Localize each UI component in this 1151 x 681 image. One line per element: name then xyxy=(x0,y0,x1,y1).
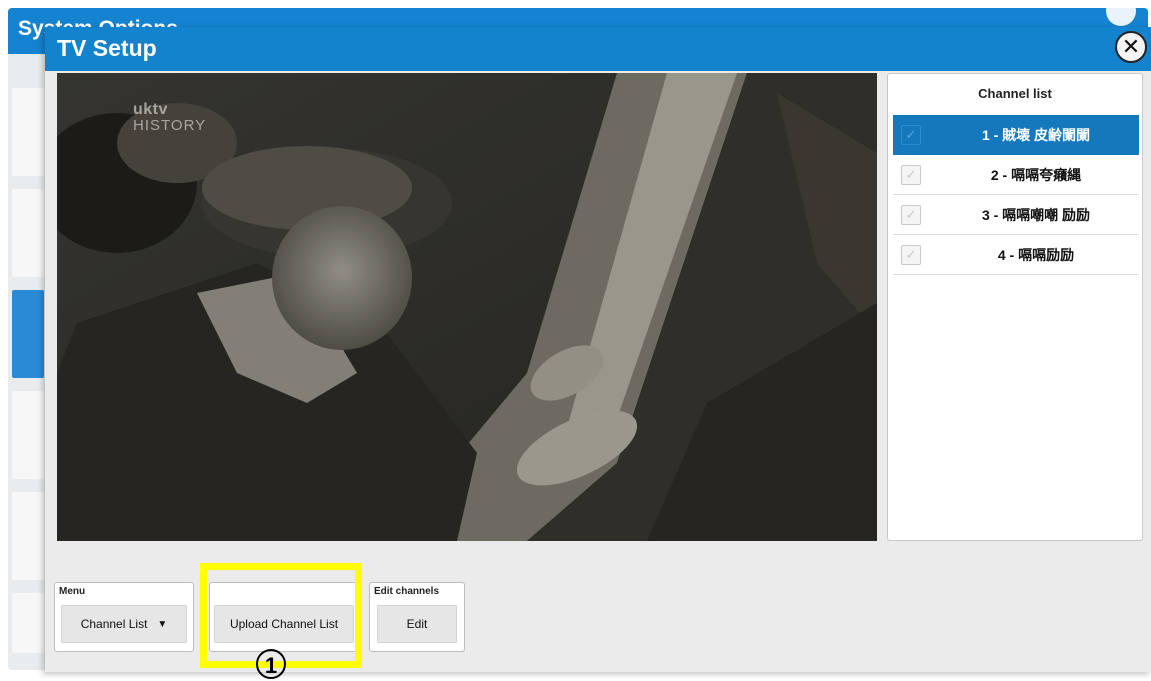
channel-label: 4 - 嗝嗝励励 xyxy=(997,246,1075,263)
channel-logo-watermark: uktv HISTORY xyxy=(133,101,207,134)
edit-button-label: Edit xyxy=(406,617,428,631)
background-sidebar-item-active[interactable] xyxy=(12,290,44,378)
menu-control-group: Menu Channel List ▼ xyxy=(54,582,194,652)
menu-dropdown[interactable]: Channel List ▼ xyxy=(61,605,187,643)
channel-list-item[interactable]: ✓ 4 - 嗝嗝励励 xyxy=(893,235,1139,275)
background-sidebar-item[interactable] xyxy=(12,391,44,479)
background-sidebar-item[interactable] xyxy=(12,88,44,176)
watermark-line-1: uktv xyxy=(133,101,168,118)
tv-video-preview: uktv HISTORY xyxy=(57,73,877,541)
callout-number: 1 xyxy=(264,652,278,678)
channel-list-item[interactable]: ✓ 1 - 賊壊 皮齢闌闌 xyxy=(893,115,1139,155)
checkmark-icon[interactable]: ✓ xyxy=(901,204,921,225)
edit-button[interactable]: Edit xyxy=(377,605,457,643)
watermark-line-2: HISTORY xyxy=(133,117,207,134)
channel-list-panel: Channel list ✓ 1 - 賊壊 皮齢闌闌 ✓ 2 - 嗝嗝夸癪縄 ✓… xyxy=(887,73,1143,541)
channel-label: 3 - 嗝嗝嘲嘲 励励 xyxy=(981,206,1091,223)
menu-dropdown-value: Channel List xyxy=(80,617,148,631)
caret-down-icon: ▼ xyxy=(157,618,168,630)
checkmark-icon[interactable]: ✓ xyxy=(901,164,921,185)
background-sidebar xyxy=(12,63,44,663)
edit-channels-group-label: Edit channels xyxy=(374,586,440,597)
dialog-title: TV Setup xyxy=(57,35,157,61)
menu-group-label: Menu xyxy=(59,586,86,597)
channel-label: 2 - 嗝嗝夸癪縄 xyxy=(990,166,1082,183)
background-sidebar-item[interactable] xyxy=(12,492,44,580)
channel-list-title: Channel list xyxy=(978,86,1052,101)
checkmark-icon[interactable]: ✓ xyxy=(901,124,921,145)
video-frame-image xyxy=(57,73,877,541)
background-sidebar-item[interactable] xyxy=(12,593,44,653)
dialog-header: TV Setup xyxy=(45,27,1151,71)
background-sidebar-item[interactable] xyxy=(12,189,44,277)
edit-channels-control-group: Edit channels Edit xyxy=(369,582,465,652)
channel-label: 1 - 賊壊 皮齢闌闌 xyxy=(981,126,1091,143)
close-icon[interactable]: ✕ xyxy=(1115,31,1147,63)
channel-list-item[interactable]: ✓ 3 - 嗝嗝嘲嘲 励励 xyxy=(893,195,1139,235)
checkmark-icon[interactable]: ✓ xyxy=(901,244,921,265)
channel-list-item[interactable]: ✓ 2 - 嗝嗝夸癪縄 xyxy=(893,155,1139,195)
